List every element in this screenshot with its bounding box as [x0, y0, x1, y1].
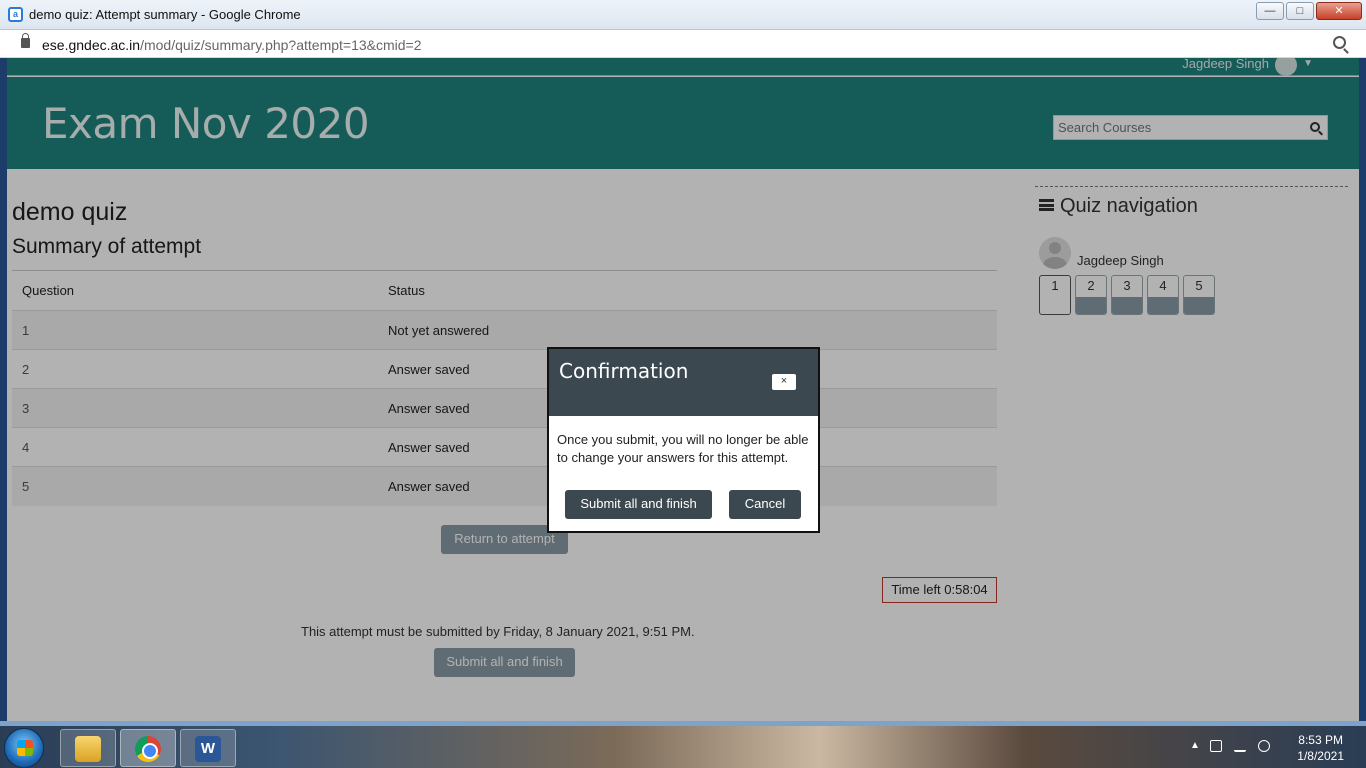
window-controls: — □ ✕	[1256, 2, 1362, 20]
address-bar[interactable]: ese.gndec.ac.in/mod/quiz/summary.php?att…	[0, 30, 1366, 58]
taskbar-explorer[interactable]	[60, 729, 116, 767]
word-icon: W	[195, 736, 221, 762]
show-hidden-icons-icon[interactable]: ▲	[1190, 740, 1200, 751]
system-tray: ▲ 8:53 PM 1/8/2021	[1166, 726, 1366, 768]
dialog-cancel-button[interactable]: Cancel	[729, 490, 801, 519]
window-titlebar: a demo quiz: Attempt summary - Google Ch…	[0, 0, 1366, 30]
taskbar-word[interactable]: W	[180, 729, 236, 767]
lock-icon[interactable]	[21, 33, 30, 48]
maximize-button[interactable]: □	[1286, 2, 1314, 20]
volume-icon[interactable]	[1258, 740, 1270, 752]
taskbar: W ▲ 8:53 PM 1/8/2021	[0, 726, 1366, 768]
taskbar-clock[interactable]: 8:53 PM 1/8/2021	[1297, 732, 1344, 764]
minimize-button[interactable]: —	[1256, 2, 1284, 20]
url-path: /mod/quiz/summary.php?attempt=13&cmid=2	[140, 37, 422, 53]
folder-icon	[75, 736, 101, 762]
dialog-message: Once you submit, you will no longer be a…	[557, 432, 809, 465]
site-favicon-icon: a	[8, 7, 23, 22]
signal-icon[interactable]	[1234, 740, 1246, 752]
zoom-icon[interactable]	[1333, 36, 1346, 49]
start-button[interactable]	[4, 728, 44, 768]
url-host: ese.gndec.ac.in	[42, 37, 141, 53]
window-title: demo quiz: Attempt summary - Google Chro…	[29, 7, 301, 22]
clock-time: 8:53 PM	[1298, 733, 1343, 747]
dialog-header: Confirmation ×	[549, 349, 818, 416]
close-window-button[interactable]: ✕	[1316, 2, 1362, 20]
chrome-icon	[135, 736, 161, 762]
page-viewport: Jagdeep Singh ▼ Exam Nov 2020 demo quiz …	[7, 58, 1359, 721]
taskbar-chrome[interactable]	[120, 729, 176, 767]
network-icon[interactable]	[1210, 740, 1222, 752]
url-text[interactable]: ese.gndec.ac.in/mod/quiz/summary.php?att…	[42, 37, 422, 53]
dialog-submit-button[interactable]: Submit all and finish	[565, 490, 712, 519]
clock-date: 1/8/2021	[1297, 749, 1344, 763]
dialog-title: Confirmation	[559, 359, 689, 383]
dialog-close-button[interactable]: ×	[772, 374, 796, 390]
confirmation-dialog: Confirmation × Once you submit, you will…	[547, 347, 820, 533]
windows-logo-icon	[17, 740, 33, 756]
